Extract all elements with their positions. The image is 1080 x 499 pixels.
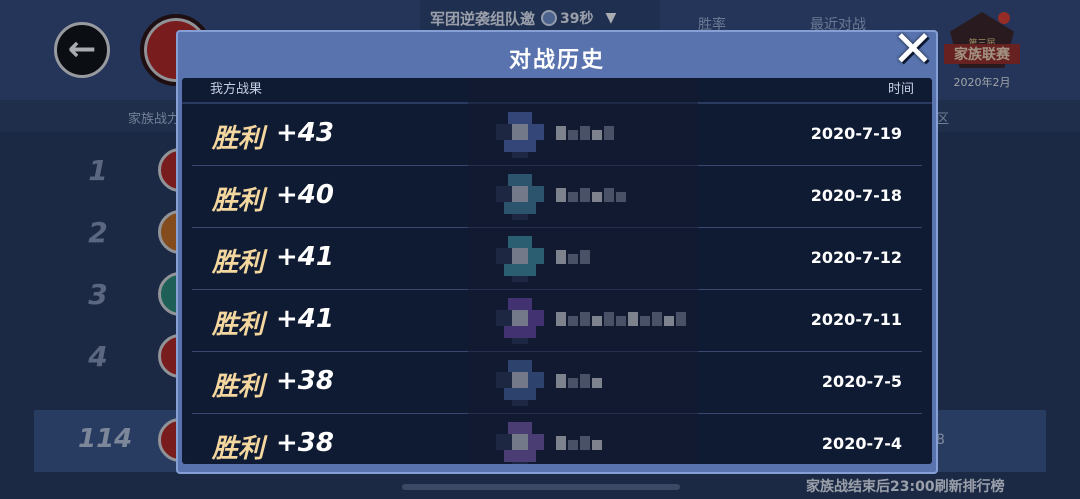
score-change: +40 — [276, 180, 334, 210]
result-label: 胜利 — [212, 310, 265, 340]
close-button[interactable]: ✕ — [888, 24, 938, 74]
dialog-title: 对战历史 — [508, 48, 605, 73]
score-change: +43 — [276, 118, 334, 148]
score-change: +38 — [276, 366, 334, 396]
battle-history-dialog: 对战历史 ✕ 我方战果 时间 胜利 +43 2020-7-19 胜利 +40 2020-7… — [176, 24, 938, 474]
score-change: +38 — [276, 428, 334, 458]
result-label: 胜利 — [212, 248, 265, 278]
result-label: 胜利 — [212, 372, 265, 402]
battle-date: 2020-7-18 — [810, 186, 902, 205]
battle-date: 2020-7-11 — [810, 310, 902, 329]
battle-date: 2020-7-5 — [821, 372, 902, 391]
battle-date: 2020-7-4 — [821, 434, 902, 453]
column-header-result: 我方战果 — [210, 82, 263, 97]
screen: ← 军团逆袭组队邀 39秒 ▼ 胜率 最近对战 第三届 家族联赛 2020年2月… — [0, 0, 1080, 499]
close-icon: ✕ — [892, 20, 934, 78]
score-change: +41 — [276, 242, 334, 272]
battle-date: 2020-7-12 — [810, 248, 902, 267]
result-label: 胜利 — [212, 434, 265, 464]
score-change: +41 — [276, 304, 334, 334]
result-label: 胜利 — [212, 186, 265, 216]
history-list[interactable]: 我方战果 时间 胜利 +43 2020-7-19 胜利 +40 2020-7-18 胜利 +4… — [182, 78, 932, 464]
privacy-blur — [468, 78, 698, 464]
column-header-time: 时间 — [887, 82, 914, 97]
result-label: 胜利 — [212, 124, 265, 154]
battle-date: 2020-7-19 — [810, 124, 902, 143]
